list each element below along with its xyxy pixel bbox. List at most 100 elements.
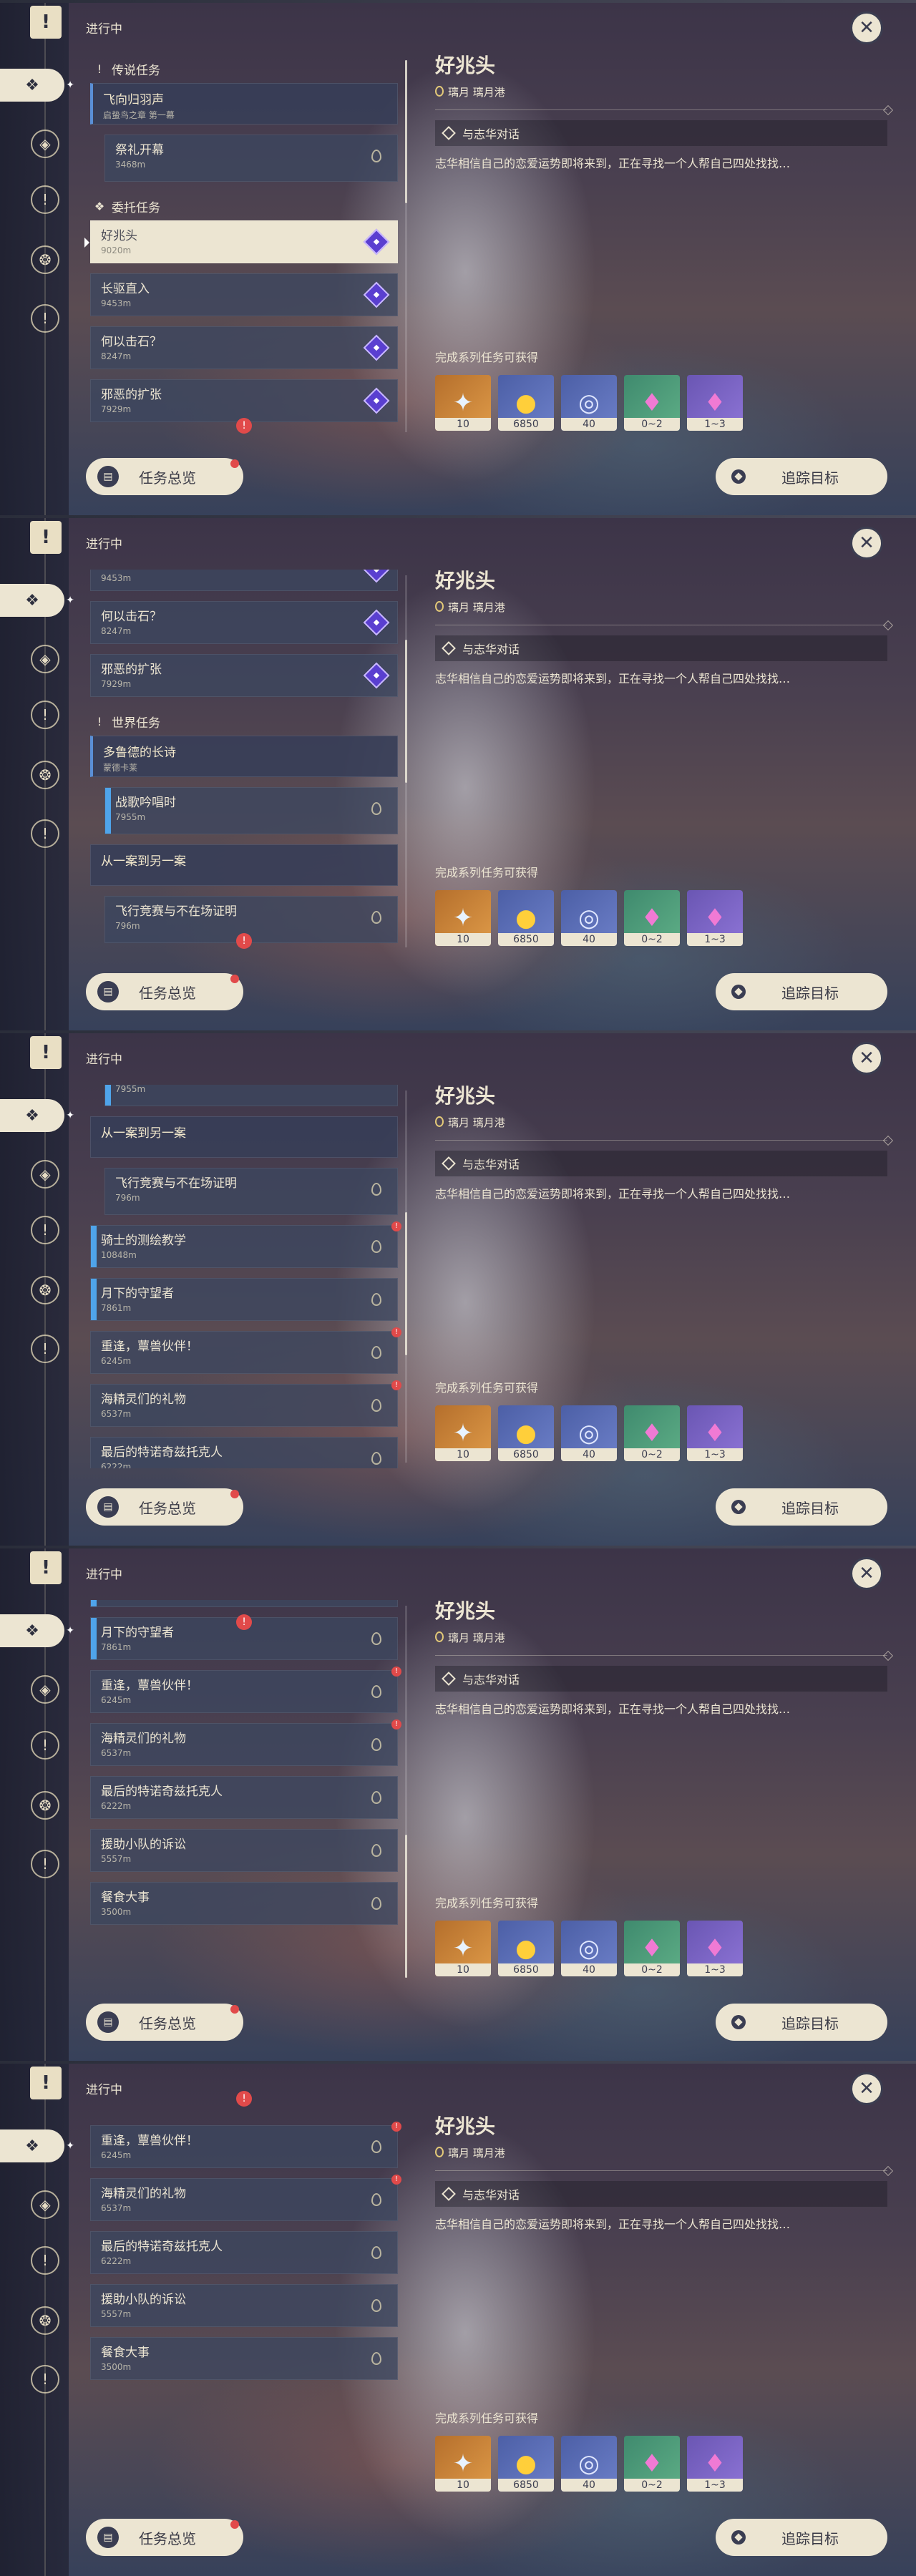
primogem-icon[interactable]: ✦ 10 <box>435 1921 491 1976</box>
mora-icon[interactable]: ● 6850 <box>498 2436 554 2492</box>
mora-icon[interactable]: ● 6850 <box>498 1921 554 1976</box>
series-duolude[interactable]: 多鲁德的长诗 蒙德卡莱 <box>90 736 398 777</box>
quest-journal-icon[interactable]: ! <box>30 1036 62 1069</box>
quest-zhange[interactable]: 战歌吟唱时7955m <box>104 787 398 834</box>
quest-heyi[interactable]: 何以击石？ 8247m <box>90 601 398 644</box>
tab-archon-quests[interactable]: ◈ <box>29 1673 62 1706</box>
quest-list[interactable]: ! 传说任务 飞向归羽声 启蛰鸟之章 第一幕 祭礼开幕 3468m ❖ 委托任务 好兆头… <box>84 54 405 438</box>
close-button[interactable]: ✕ <box>850 1557 883 1590</box>
quest-journal-icon[interactable]: ! <box>30 2067 62 2099</box>
tab-story-quests[interactable]: ! <box>29 1214 62 1246</box>
close-button[interactable]: ✕ <box>850 527 883 560</box>
quest-heyi[interactable]: 何以击石？ 8247m <box>90 326 398 369</box>
quest-zuihou[interactable]: 最后的特诺奇兹托克人 6222m <box>90 2231 398 2274</box>
primogem-icon[interactable]: ✦ 10 <box>435 2436 491 2492</box>
quest-list[interactable]: 骑士的测绘教学10848m 月下的守望者7861m 重逢，蕈兽伙伴！6245m!… <box>84 1600 405 1984</box>
quest-canshi[interactable]: 餐食大事 3500m <box>90 2337 398 2380</box>
tab-commissions[interactable]: ! <box>29 2363 62 2396</box>
track-button[interactable]: 追踪目标 <box>716 1488 887 1526</box>
crystal-green-icon[interactable]: ♦ 0~2 <box>624 375 680 431</box>
tab-story-quests[interactable]: ! <box>29 2244 62 2277</box>
close-button[interactable]: ✕ <box>850 11 883 44</box>
quest-overview-button[interactable]: ▤ 任务总览 <box>86 2004 243 2041</box>
quest-xiee[interactable]: 邪恶的扩张 7929m <box>90 379 398 422</box>
crystal-green-icon[interactable]: ♦ 0~2 <box>624 890 680 946</box>
tab-archon-quests[interactable]: ◈ <box>29 127 62 160</box>
series-congyian[interactable]: 从一案到另一案 <box>90 1116 398 1158</box>
crystal-green-icon[interactable]: ♦ 0~2 <box>624 1405 680 1461</box>
quest-overview-button[interactable]: ▤ 任务总览 <box>86 1488 243 1526</box>
tab-commissions[interactable]: ! <box>29 817 62 850</box>
crystal-purple-icon[interactable]: ♦ 1~3 <box>687 1921 743 1976</box>
list-scrollbar[interactable] <box>405 1606 407 1978</box>
quest-chongfeng[interactable]: 重逢，蕈兽伙伴！ 6245m! <box>90 1667 401 1713</box>
crystal-green-icon[interactable]: ♦ 0~2 <box>624 2436 680 2492</box>
quest-overview-button[interactable]: ▤ 任务总览 <box>86 973 243 1010</box>
adventure-exp-icon[interactable]: ◎ 40 <box>561 890 617 946</box>
crystal-green-icon[interactable]: ♦ 0~2 <box>624 1921 680 1976</box>
tab-archon-quests[interactable]: ◈ <box>29 643 62 675</box>
tab-archon-quests[interactable]: ◈ <box>29 1158 62 1191</box>
quest-overview-button[interactable]: ▤ 任务总览 <box>86 2519 243 2556</box>
close-button[interactable]: ✕ <box>850 1042 883 1075</box>
mora-icon[interactable]: ● 6850 <box>498 375 554 431</box>
list-scrollbar[interactable] <box>405 60 407 432</box>
tab-story-quests[interactable]: ! <box>29 698 62 731</box>
quest-haijing[interactable]: 海精灵们的礼物 6537m! <box>90 1719 401 1766</box>
tab-story-quests[interactable]: ! <box>29 1729 62 1762</box>
tab-world-quests[interactable]: ❂ <box>29 1789 62 1822</box>
quest-zuihou[interactable]: 最后的特诺奇兹托克人 6222m <box>90 1437 398 1468</box>
track-button[interactable]: 追踪目标 <box>716 458 887 495</box>
tab-all-quests[interactable]: ❖ ✦ <box>0 69 74 102</box>
adventure-exp-icon[interactable]: ◎ 40 <box>561 2436 617 2492</box>
tab-world-quests[interactable]: ❂ <box>29 1274 62 1307</box>
quest-qishi[interactable]: 骑士的测绘教学10848m <box>90 1600 398 1607</box>
list-scrollbar[interactable] <box>405 575 407 947</box>
close-button[interactable]: ✕ <box>850 2072 883 2105</box>
tab-all-quests[interactable]: ❖ ✦ <box>0 1099 74 1132</box>
quest-xiee[interactable]: 邪恶的扩张 7929m <box>90 654 398 697</box>
quest-journal-icon[interactable]: ! <box>30 6 62 39</box>
series-feixiang[interactable]: 飞向归羽声 启蛰鸟之章 第一幕 <box>90 83 398 125</box>
quest-chongfeng[interactable]: 重逢，蕈兽伙伴！ 6245m! <box>90 2122 401 2168</box>
quest-journal-icon[interactable]: ! <box>30 521 62 554</box>
quest-list[interactable]: 重逢，蕈兽伙伴！ 6245m! 海精灵们的礼物 6537m! 最后的特诺奇兹托克人 6… <box>84 2115 405 2499</box>
tab-commissions[interactable]: ! <box>29 1332 62 1365</box>
quest-zhange[interactable]: 战歌吟唱时7955m <box>104 1085 398 1106</box>
mora-icon[interactable]: ● 6850 <box>498 1405 554 1461</box>
tab-world-quests[interactable]: ❂ <box>29 758 62 791</box>
quest-changqu[interactable]: 长驱直入9453m <box>90 273 398 316</box>
quest-feixing[interactable]: 飞行竞赛与不在场证明 796m <box>104 1168 398 1215</box>
quest-jili[interactable]: 祭礼开幕 3468m <box>104 135 398 182</box>
quest-haijing[interactable]: 海精灵们的礼物 6537m! <box>90 1380 401 1427</box>
quest-overview-button[interactable]: ▤ 任务总览 <box>86 458 243 495</box>
crystal-purple-icon[interactable]: ♦ 1~3 <box>687 2436 743 2492</box>
track-button[interactable]: 追踪目标 <box>716 2519 887 2556</box>
tab-all-quests[interactable]: ❖ ✦ <box>0 2129 74 2162</box>
quest-changqu[interactable]: 长驱直入9453m <box>90 570 398 591</box>
primogem-icon[interactable]: ✦ 10 <box>435 375 491 431</box>
series-congyian[interactable]: 从一案到另一案 <box>90 844 398 886</box>
track-button[interactable]: 追踪目标 <box>716 2004 887 2041</box>
tab-world-quests[interactable]: ❂ <box>29 243 62 276</box>
quest-qishi[interactable]: 骑士的测绘教学 10848m! <box>90 1221 401 1268</box>
tab-all-quests[interactable]: ❖ ✦ <box>0 584 74 617</box>
quest-feixing[interactable]: 飞行竞赛与不在场证明 796m <box>104 896 398 943</box>
primogem-icon[interactable]: ✦ 10 <box>435 890 491 946</box>
tab-commissions[interactable]: ! <box>29 1848 62 1880</box>
crystal-purple-icon[interactable]: ♦ 1~3 <box>687 890 743 946</box>
crystal-purple-icon[interactable]: ♦ 1~3 <box>687 375 743 431</box>
primogem-icon[interactable]: ✦ 10 <box>435 1405 491 1461</box>
quest-list[interactable]: 战歌吟唱时7955m 从一案到另一案 飞行竞赛与不在场证明796m 骑士的测绘教… <box>84 1085 405 1468</box>
list-scrollbar[interactable] <box>405 1091 407 1463</box>
quest-chongfeng[interactable]: 重逢，蕈兽伙伴！ 6245m! <box>90 1327 401 1374</box>
mora-icon[interactable]: ● 6850 <box>498 890 554 946</box>
adventure-exp-icon[interactable]: ◎ 40 <box>561 1405 617 1461</box>
quest-yuanzhu[interactable]: 援助小队的诉讼 5557m <box>90 2284 398 2327</box>
adventure-exp-icon[interactable]: ◎ 40 <box>561 375 617 431</box>
tab-archon-quests[interactable]: ◈ <box>29 2188 62 2221</box>
adventure-exp-icon[interactable]: ◎ 40 <box>561 1921 617 1976</box>
quest-haozhaotou[interactable]: 好兆头 9020m <box>84 220 398 263</box>
crystal-purple-icon[interactable]: ♦ 1~3 <box>687 1405 743 1461</box>
quest-canshi[interactable]: 餐食大事 3500m <box>90 1882 398 1925</box>
